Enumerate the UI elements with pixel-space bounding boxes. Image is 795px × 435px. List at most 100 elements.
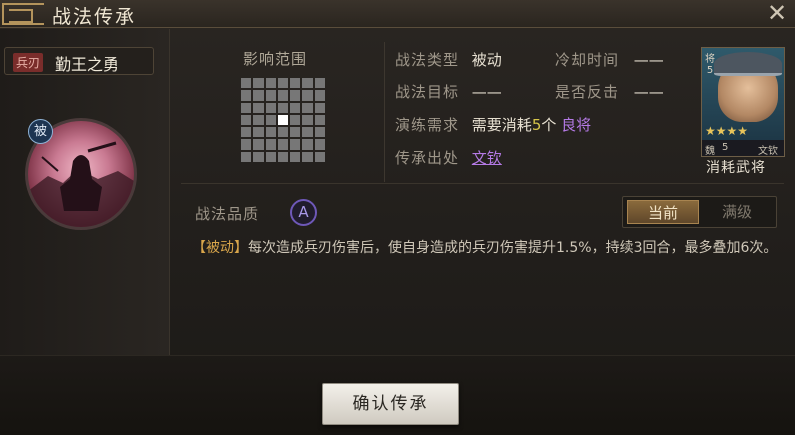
info-row-type: 战法类型 被动 — [395, 49, 502, 70]
divider — [384, 42, 385, 182]
range-cell — [265, 139, 276, 150]
range-cell — [241, 90, 252, 101]
star-rating-icon: ★★★★ — [705, 124, 749, 138]
skill-name-box: 兵刃 勤王之勇 — [4, 47, 154, 75]
card-footer: 魏 5 文钦 — [702, 140, 784, 157]
range-cell — [277, 102, 289, 113]
title-bar: 战法传承 ✕ — [0, 0, 795, 28]
range-cell — [314, 90, 325, 101]
card-level-char: 将 — [705, 54, 715, 65]
range-cell — [277, 127, 289, 138]
range-cell — [241, 102, 252, 113]
range-cell — [290, 151, 301, 162]
range-cell — [241, 114, 252, 126]
range-cell — [253, 114, 264, 126]
info-row-target: 战法目标 —— — [395, 81, 502, 102]
range-cell — [302, 90, 313, 101]
range-cell — [241, 151, 252, 162]
range-cell — [265, 78, 276, 89]
range-cell — [314, 139, 325, 150]
range-cell — [265, 114, 276, 126]
counter-label: 是否反击 — [555, 83, 620, 101]
range-cell — [290, 78, 301, 89]
info-row-practice: 演练需求 需要消耗5个 良将 — [395, 114, 591, 135]
confirm-inherit-button[interactable]: 确认传承 — [322, 383, 459, 425]
title-ornament-icon — [2, 3, 44, 25]
info-row-cooldown: 冷却时间 —— — [555, 49, 664, 70]
skill-description: 【被动】每次造成兵刃伤害后，使自身造成的兵刃伤害提升1.5%，持续3回合，最多叠… — [192, 237, 792, 260]
range-cell — [302, 127, 313, 138]
range-cell — [314, 127, 325, 138]
range-cell — [302, 151, 313, 162]
range-cell — [277, 139, 289, 150]
range-cell — [265, 127, 276, 138]
range-cell — [253, 102, 264, 113]
range-cell — [277, 90, 289, 101]
range-cell — [277, 78, 289, 89]
range-cell — [290, 139, 301, 150]
range-cell — [253, 90, 264, 101]
card-level: 将 5 — [704, 54, 716, 76]
card-faction: 魏 — [705, 146, 715, 157]
source-general-link[interactable]: 文钦 — [472, 149, 502, 167]
range-grid — [241, 78, 325, 162]
range-cell — [302, 114, 313, 126]
range-cell — [265, 151, 276, 162]
tab-max-level[interactable]: 满级 — [701, 200, 773, 224]
range-cell — [265, 102, 276, 113]
section-divider — [181, 183, 784, 184]
practice-quality: 良将 — [561, 116, 592, 134]
range-cell — [253, 78, 264, 89]
consume-general-label: 消耗武将 — [706, 160, 766, 176]
range-cell — [241, 78, 252, 89]
skill-name: 勤王之勇 — [55, 55, 120, 74]
range-cell — [241, 127, 252, 138]
general-card[interactable]: 将 5 ★★★★ 魏 5 文钦 — [701, 47, 785, 157]
quality-label: 战法品质 — [195, 205, 260, 223]
source-label: 传承出处 — [395, 149, 460, 167]
range-cell — [314, 151, 325, 162]
practice-label: 演练需求 — [395, 116, 460, 134]
range-cell — [265, 90, 276, 101]
range-cell — [241, 139, 252, 150]
range-cell — [314, 114, 325, 126]
practice-count: 5 — [531, 116, 542, 134]
range-cell — [253, 127, 264, 138]
range-cell — [302, 102, 313, 113]
quality-grade-badge: A — [290, 199, 317, 226]
card-general-name: 文钦 — [758, 146, 778, 157]
cooldown-label: 冷却时间 — [555, 51, 620, 69]
inherit-skill-dialog: 战法传承 ✕ 兵刃 勤王之勇 被 影响范围 战法类型 被动 冷却时间 —— 战法… — [0, 0, 795, 435]
level-toggle: 当前 满级 — [622, 196, 777, 228]
range-cell — [253, 151, 264, 162]
range-cell — [314, 78, 325, 89]
close-button[interactable]: ✕ — [765, 0, 789, 26]
target-value: —— — [471, 83, 502, 101]
info-row-counter: 是否反击 —— — [555, 81, 664, 102]
range-cell — [314, 102, 325, 113]
cooldown-value: —— — [633, 51, 664, 69]
counter-value: —— — [633, 83, 664, 101]
type-label: 战法类型 — [395, 51, 460, 69]
target-label: 战法目标 — [395, 83, 460, 101]
range-cell-self — [277, 114, 289, 126]
description-text: 每次造成兵刃伤害后，使自身造成的兵刃伤害提升1.5%，持续3回合，最多叠加6次。 — [248, 240, 778, 256]
info-row-source: 传承出处 文钦 — [395, 147, 502, 168]
card-level-num: 5 — [706, 65, 714, 76]
range-cell — [290, 114, 301, 126]
passive-badge: 被 — [28, 119, 53, 144]
helmet-icon — [714, 52, 782, 76]
dialog-title: 战法传承 — [52, 6, 137, 28]
tab-current-level[interactable]: 当前 — [627, 200, 699, 224]
card-cost: 5 — [722, 142, 729, 153]
practice-prefix: 需要消耗 — [471, 116, 532, 134]
range-label: 影响范围 — [243, 50, 308, 68]
range-cell — [290, 127, 301, 138]
range-cell — [290, 102, 301, 113]
range-cell — [253, 139, 264, 150]
skill-type-tag: 兵刃 — [13, 53, 44, 72]
range-cell — [302, 78, 313, 89]
type-value: 被动 — [471, 51, 502, 69]
range-cell — [290, 90, 301, 101]
description-tag: 【被动】 — [192, 240, 248, 256]
